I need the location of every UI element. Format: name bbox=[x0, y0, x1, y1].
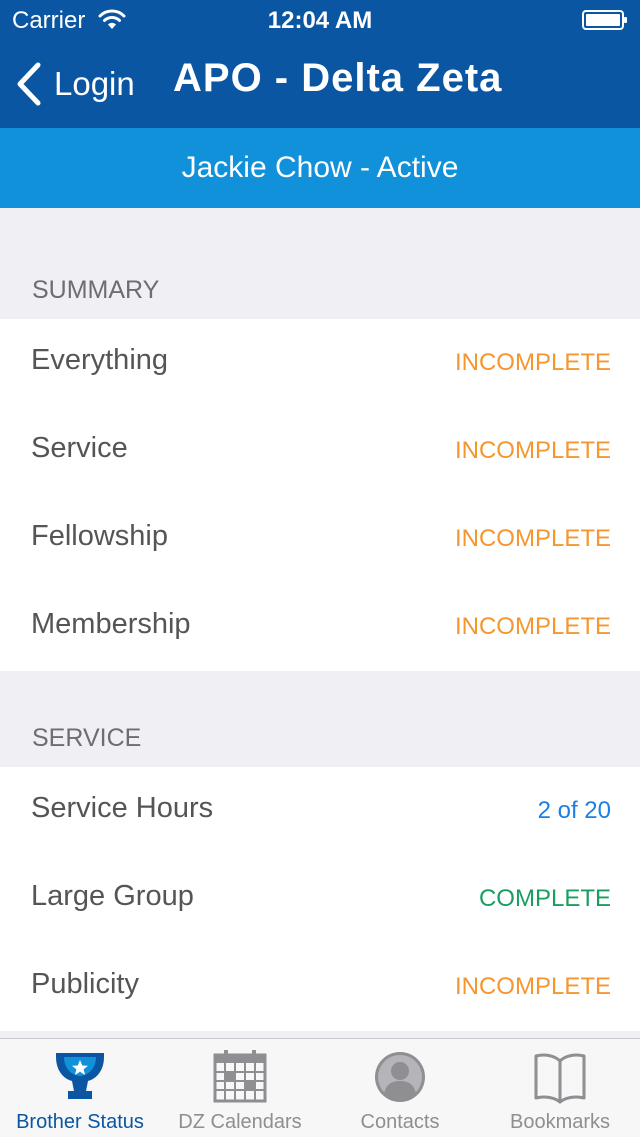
row-label: Fellowship bbox=[31, 520, 168, 552]
tab-bookmarks[interactable]: Bookmarks bbox=[480, 1039, 640, 1137]
status-value: 2 of 20 bbox=[537, 797, 611, 824]
trophy-icon bbox=[56, 1053, 104, 1099]
clock: 12:04 AM bbox=[267, 7, 373, 34]
list-item-service[interactable]: Service INCOMPLETE bbox=[0, 407, 640, 495]
calendar-icon bbox=[213, 1050, 267, 1103]
tab-label: Brother Status bbox=[16, 1111, 144, 1133]
battery-icon bbox=[582, 10, 628, 30]
status-value: INCOMPLETE bbox=[454, 349, 611, 376]
tab-label: DZ Calendars bbox=[178, 1111, 302, 1133]
status-value: INCOMPLETE bbox=[454, 973, 611, 1000]
list-item-service-hours[interactable]: Service Hours 2 of 20 bbox=[0, 767, 640, 855]
status-value: INCOMPLETE bbox=[454, 613, 611, 640]
service-list: Service Hours 2 of 20 Large Group COMPLE… bbox=[0, 767, 640, 1031]
row-label: Service bbox=[31, 432, 128, 464]
summary-list: Everything INCOMPLETE Service INCOMPLETE… bbox=[0, 319, 640, 671]
page-title: APO - Delta Zeta bbox=[173, 56, 503, 100]
row-label: Service Hours bbox=[31, 792, 214, 824]
list-item-large-group[interactable]: Large Group COMPLETE bbox=[0, 855, 640, 943]
summary-section-header: SUMMARY bbox=[32, 276, 160, 304]
contact-icon bbox=[375, 1052, 425, 1102]
book-icon bbox=[534, 1053, 586, 1104]
status-value: INCOMPLETE bbox=[454, 437, 611, 464]
chevron-left-icon bbox=[17, 62, 41, 106]
navigation-bar: Login APO - Delta Zeta bbox=[0, 40, 640, 128]
row-label: Membership bbox=[31, 608, 191, 640]
back-button-label: Login bbox=[54, 65, 135, 102]
list-item-everything[interactable]: Everything INCOMPLETE bbox=[0, 319, 640, 407]
member-status-banner: Jackie Chow - Active bbox=[0, 128, 640, 208]
status-value: COMPLETE bbox=[478, 885, 611, 912]
status-value: INCOMPLETE bbox=[454, 525, 611, 552]
back-button[interactable]: Login bbox=[16, 62, 135, 106]
row-label: Publicity bbox=[31, 968, 139, 1000]
service-section-header: SERVICE bbox=[32, 724, 142, 752]
top-bar: Carrier 12:04 AM Login APO - Delta Zeta bbox=[0, 0, 640, 128]
list-item-fellowship[interactable]: Fellowship INCOMPLETE bbox=[0, 495, 640, 583]
tab-dz-calendars[interactable]: DZ Calendars bbox=[160, 1039, 320, 1137]
tab-label: Contacts bbox=[360, 1111, 440, 1133]
tab-brother-status[interactable]: Brother Status bbox=[0, 1039, 160, 1137]
list-item-publicity[interactable]: Publicity INCOMPLETE bbox=[0, 943, 640, 1031]
status-bar: Carrier 12:04 AM bbox=[0, 0, 640, 40]
tab-label: Bookmarks bbox=[509, 1111, 611, 1133]
row-label: Everything bbox=[31, 344, 169, 376]
tab-bar: Brother Status DZ Calendars Contacts Boo… bbox=[0, 1038, 640, 1137]
row-label: Large Group bbox=[31, 880, 194, 912]
list-item-membership[interactable]: Membership INCOMPLETE bbox=[0, 583, 640, 671]
tab-contacts[interactable]: Contacts bbox=[320, 1039, 480, 1137]
